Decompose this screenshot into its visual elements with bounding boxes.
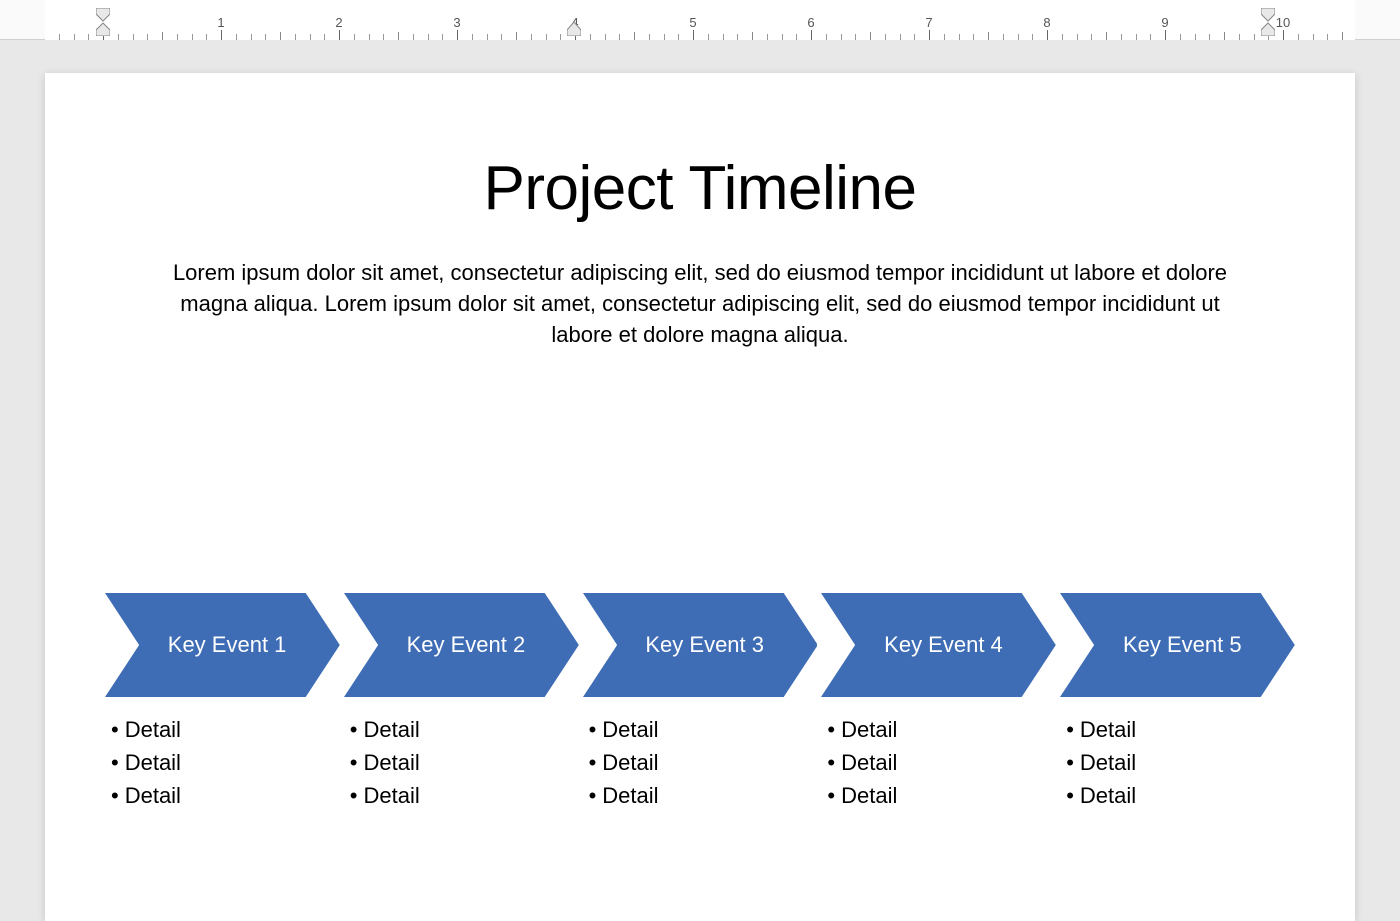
ruler-container: 12345678910 [0, 0, 1400, 40]
detail-item[interactable]: •Detail [1066, 713, 1295, 746]
detail-text: Detail [841, 717, 897, 742]
detail-item[interactable]: •Detail [827, 713, 1056, 746]
ruler-label: 7 [925, 15, 932, 30]
detail-item[interactable]: •Detail [111, 713, 340, 746]
timeline-event[interactable]: Key Event 4•Detail•Detail•Detail [821, 593, 1056, 812]
bullet-icon: • [1066, 717, 1074, 742]
detail-text: Detail [602, 750, 658, 775]
ruler-indent-marker-left[interactable] [96, 8, 110, 36]
detail-text: Detail [125, 750, 181, 775]
timeline-event[interactable]: Key Event 1•Detail•Detail•Detail [105, 593, 340, 812]
bullet-icon: • [111, 783, 119, 808]
page-content: Project Timeline Lorem ipsum dolor sit a… [45, 73, 1355, 921]
detail-item[interactable]: •Detail [827, 779, 1056, 812]
detail-text: Detail [364, 717, 420, 742]
timeline-event-details[interactable]: •Detail•Detail•Detail [827, 713, 1056, 812]
detail-item[interactable]: •Detail [589, 779, 818, 812]
page-description[interactable]: Lorem ipsum dolor sit amet, consectetur … [150, 258, 1250, 350]
timeline-event-label: Key Event 1 [168, 632, 287, 658]
bullet-icon: • [827, 717, 835, 742]
horizontal-ruler[interactable]: 12345678910 [45, 0, 1355, 40]
bullet-icon: • [589, 783, 597, 808]
detail-text: Detail [841, 750, 897, 775]
page-title[interactable]: Project Timeline [105, 153, 1295, 224]
timeline-event-details[interactable]: •Detail•Detail•Detail [350, 713, 579, 812]
ruler-label: 6 [807, 15, 814, 30]
ruler-label: 10 [1276, 15, 1290, 30]
detail-text: Detail [1080, 750, 1136, 775]
detail-item[interactable]: •Detail [1066, 779, 1295, 812]
bullet-icon: • [589, 750, 597, 775]
detail-text: Detail [1080, 783, 1136, 808]
ruler-label: 2 [335, 15, 342, 30]
timeline-event-details[interactable]: •Detail•Detail•Detail [589, 713, 818, 812]
timeline-event[interactable]: Key Event 5•Detail•Detail•Detail [1060, 593, 1295, 812]
detail-text: Detail [364, 783, 420, 808]
detail-item[interactable]: •Detail [350, 746, 579, 779]
timeline-event-label: Key Event 4 [884, 632, 1003, 658]
ruler-indent-marker-right[interactable] [1261, 8, 1275, 41]
detail-item[interactable]: •Detail [589, 746, 818, 779]
detail-text: Detail [125, 783, 181, 808]
detail-text: Detail [602, 783, 658, 808]
detail-item[interactable]: •Detail [111, 779, 340, 812]
detail-text: Detail [1080, 717, 1136, 742]
ruler-label: 1 [217, 15, 224, 30]
timeline-event-label: Key Event 3 [645, 632, 764, 658]
bullet-icon: • [589, 717, 597, 742]
detail-item[interactable]: •Detail [350, 713, 579, 746]
timeline-event-details[interactable]: •Detail•Detail•Detail [1066, 713, 1295, 812]
timeline-event[interactable]: Key Event 2•Detail•Detail•Detail [344, 593, 579, 812]
detail-item[interactable]: •Detail [589, 713, 818, 746]
bullet-icon: • [111, 717, 119, 742]
bullet-icon: • [350, 717, 358, 742]
bullet-icon: • [350, 783, 358, 808]
bullet-icon: • [827, 750, 835, 775]
timeline-chevron[interactable]: Key Event 5 [1060, 593, 1295, 697]
detail-text: Detail [602, 717, 658, 742]
timeline-chevron[interactable]: Key Event 2 [344, 593, 579, 697]
timeline-event-label: Key Event 5 [1123, 632, 1242, 658]
bullet-icon: • [111, 750, 119, 775]
timeline-chevron[interactable]: Key Event 4 [821, 593, 1056, 697]
bullet-icon: • [1066, 750, 1074, 775]
bullet-icon: • [1066, 783, 1074, 808]
timeline-event[interactable]: Key Event 3•Detail•Detail•Detail [583, 593, 818, 812]
detail-item[interactable]: •Detail [1066, 746, 1295, 779]
timeline-event-label: Key Event 2 [407, 632, 526, 658]
document-page[interactable]: Project Timeline Lorem ipsum dolor sit a… [45, 73, 1355, 921]
detail-item[interactable]: •Detail [111, 746, 340, 779]
detail-item[interactable]: •Detail [827, 746, 1056, 779]
ruler-label: 3 [453, 15, 460, 30]
timeline-smartart[interactable]: Key Event 1•Detail•Detail•DetailKey Even… [105, 593, 1295, 812]
detail-text: Detail [125, 717, 181, 742]
bullet-icon: • [350, 750, 358, 775]
bullet-icon: • [827, 783, 835, 808]
ruler-label: 8 [1043, 15, 1050, 30]
ruler-label: 5 [689, 15, 696, 30]
detail-text: Detail [841, 783, 897, 808]
ruler-tab-marker[interactable] [567, 22, 581, 41]
timeline-chevron[interactable]: Key Event 1 [105, 593, 340, 697]
ruler-label: 9 [1161, 15, 1168, 30]
detail-item[interactable]: •Detail [350, 779, 579, 812]
timeline-chevron[interactable]: Key Event 3 [583, 593, 818, 697]
detail-text: Detail [364, 750, 420, 775]
timeline-event-details[interactable]: •Detail•Detail•Detail [111, 713, 340, 812]
